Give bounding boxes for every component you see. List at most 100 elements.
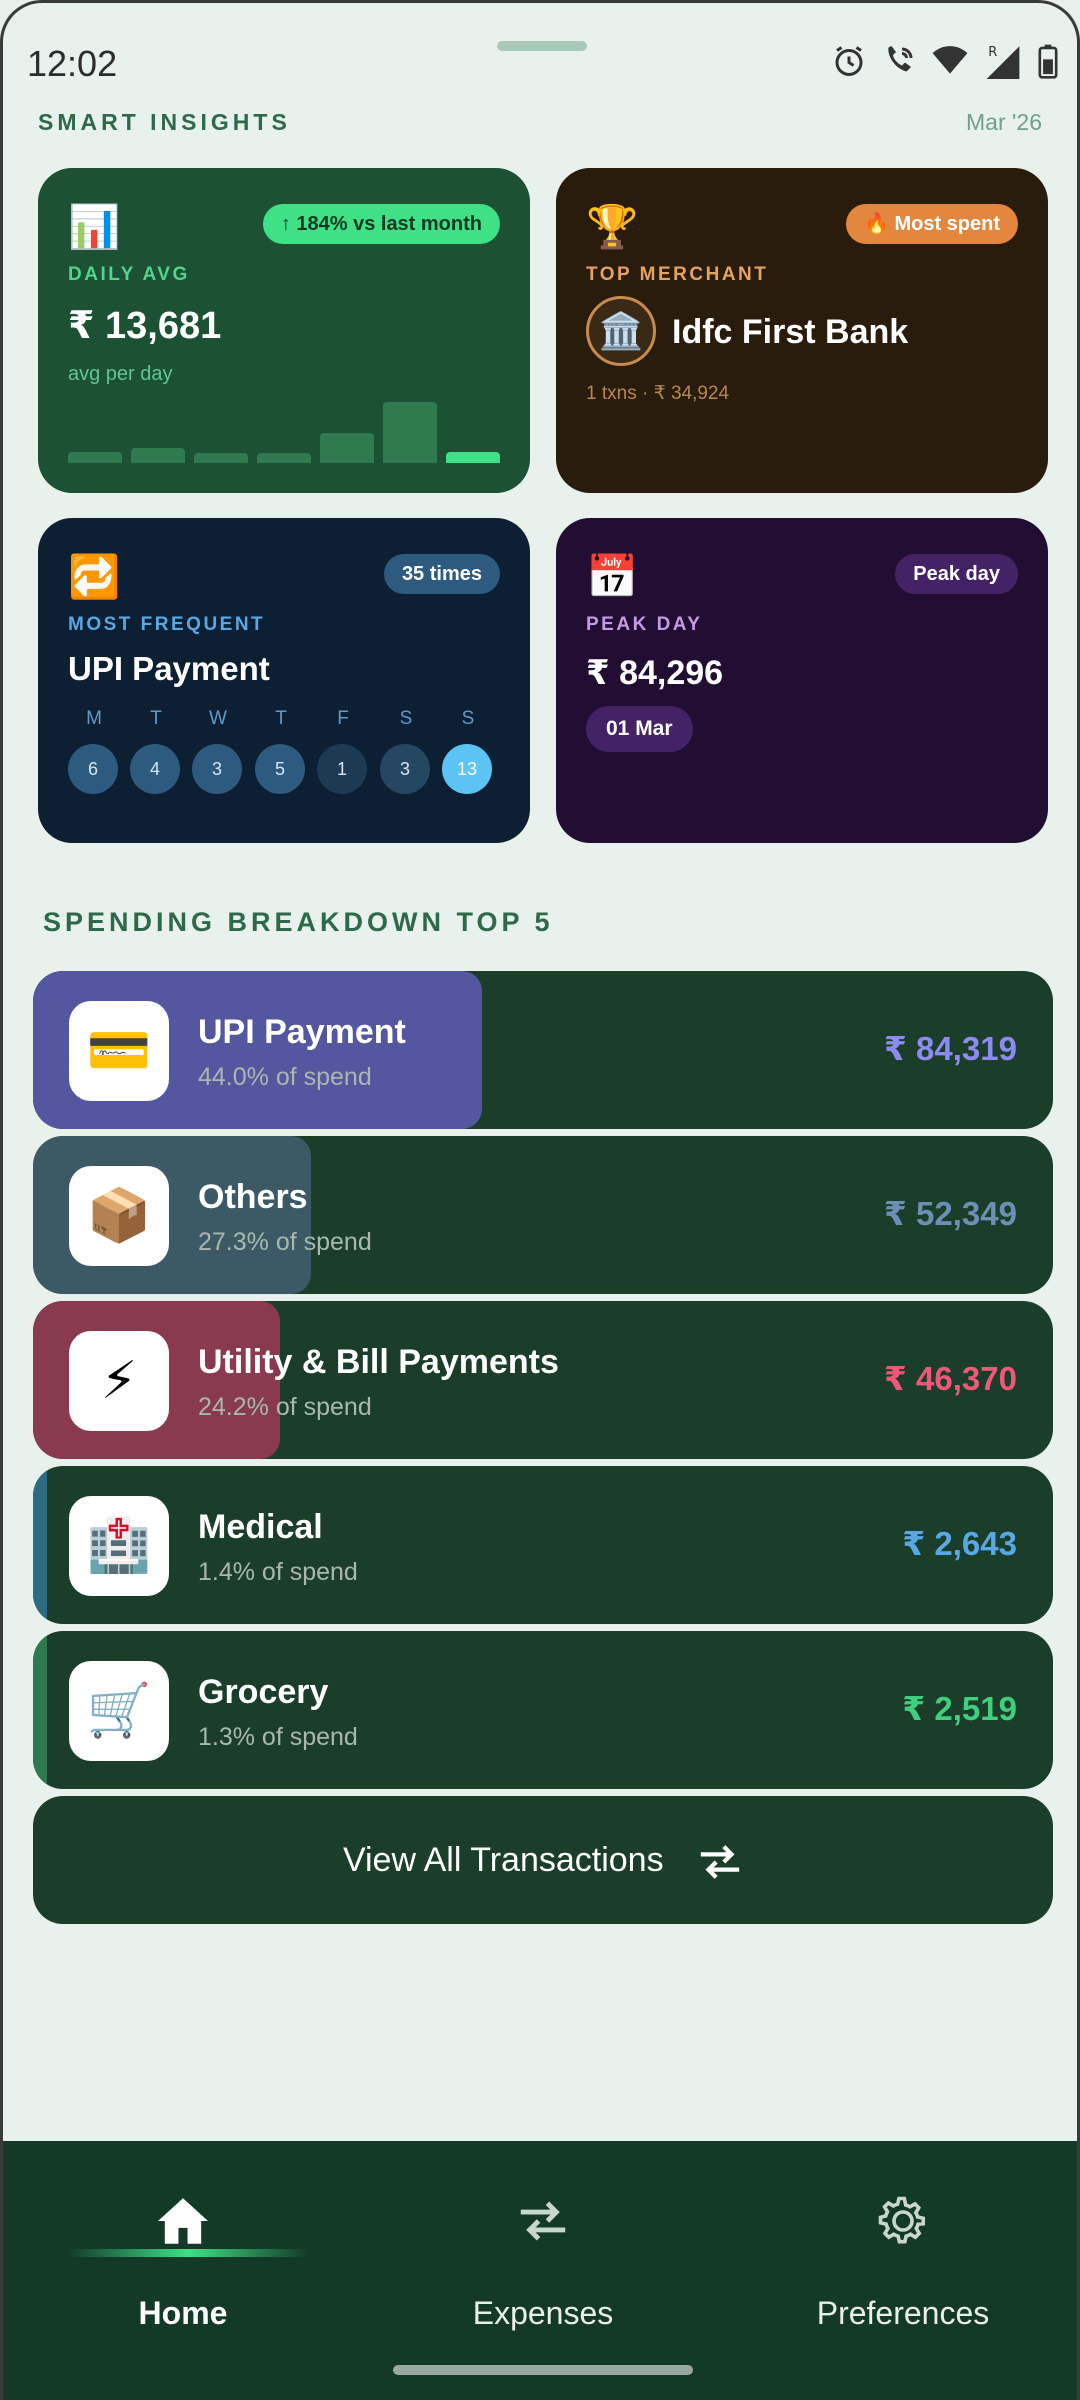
category-amount: ₹ 84,319 [883,1030,1017,1067]
weekday: W3 [192,708,244,794]
most-frequent-card[interactable]: 🔁 35 times MOST FREQUENT UPI Payment M6 … [38,518,530,843]
insights-month[interactable]: Mar '26 [966,109,1042,136]
category-amount: ₹ 2,643 [902,1525,1017,1562]
most-spent-badge: 🔥 Most spent [845,204,1018,244]
home-icon [158,2198,208,2244]
category-share: 44.0% of spend [198,1063,372,1091]
view-all-transactions-button[interactable]: View All Transactions [33,1796,1053,1924]
swap-arrows-icon [520,2201,566,2241]
gear-icon [878,2196,926,2244]
daily-avg-value: ₹ 13,681 [68,305,222,347]
bottom-navigation: Home Expenses Preferences [3,2141,1077,2400]
status-bar: 12:02 R [3,3,1077,113]
category-share: 1.4% of spend [198,1558,358,1586]
weekday-count: 5 [255,744,305,794]
category-row-medical[interactable]: 🏥 Medical 1.4% of spend ₹ 2,643 [33,1466,1053,1624]
status-time: 12:02 [27,43,118,84]
credit-card-icon: 💳 [69,1001,169,1101]
daily-avg-label: DAILY AVG [68,264,190,285]
daily-bar [68,452,122,463]
wifi-calling-icon [888,46,913,72]
bank-icon: 🏛️ [586,296,656,366]
repeat-icon: 🔁 [68,553,121,600]
peak-day-value: ₹ 84,296 [586,654,724,692]
nav-preferences-label: Preferences [816,2295,990,2331]
category-name: Others [198,1178,308,1216]
peak-day-date: 01 Mar [586,706,693,752]
weekday-count: 13 [442,744,492,794]
wifi-icon [932,46,968,74]
category-name: UPI Payment [198,1013,406,1051]
category-row-grocery[interactable]: 🛒 Grocery 1.3% of spend ₹ 2,519 [33,1631,1053,1789]
weekday-label: S [461,708,475,729]
weekday-count: 4 [130,744,180,794]
weekday-label: T [275,708,287,729]
category-share: 24.2% of spend [198,1393,372,1421]
category-name: Medical [198,1508,323,1546]
daily-bar [257,453,311,463]
weekday-count: 3 [192,744,242,794]
sheet-handle [497,41,587,51]
most-frequent-value: UPI Payment [68,650,270,687]
nav-preferences[interactable]: Preferences [753,2181,1053,2332]
nav-home-label: Home [138,2295,228,2331]
weekday-label: W [209,708,227,729]
weekday-label: F [337,708,349,729]
category-row-upi[interactable]: 💳 UPI Payment 44.0% of spend ₹ 84,319 [33,971,1053,1129]
active-tab-indicator [68,2249,308,2257]
home-indicator [393,2365,693,2375]
merchant-sub: 1 txns · ₹ 34,924 [586,383,730,404]
weekday-label: M [86,708,102,729]
insights-title: SMART INSIGHTS [38,109,291,135]
app-screen: 12:02 R SMART INSIGHTS Mar '26 📊 ↑ 184% … [0,0,1080,2400]
breakdown-title: SPENDING BREAKDOWN TOP 5 [43,907,554,937]
weekday: F1 [317,708,369,794]
swap-arrows-icon [700,1845,740,1879]
category-amount: ₹ 52,349 [883,1195,1017,1232]
daily-avg-card[interactable]: 📊 ↑ 184% vs last month DAILY AVG ₹ 13,68… [38,168,530,493]
daily-bar [131,448,185,463]
top-merchant-label: TOP MERCHANT [586,264,769,285]
weekday-count: 3 [380,744,430,794]
weekday: T4 [130,708,182,794]
cart-icon: 🛒 [69,1661,169,1761]
growth-badge: ↑ 184% vs last month [262,204,500,244]
weekday-count: 6 [68,744,118,794]
lightning-icon: ⚡ [69,1331,169,1431]
share-fill [33,1466,47,1624]
peak-day-card[interactable]: 📅 Peak day PEAK DAY ₹ 84,296 01 Mar [556,518,1048,843]
weekday: T5 [255,708,307,794]
weekday: M6 [68,708,120,794]
category-name: Grocery [198,1673,329,1711]
category-share: 27.3% of spend [198,1228,372,1256]
category-share: 1.3% of spend [198,1723,358,1751]
category-amount: ₹ 2,519 [902,1690,1017,1727]
signal-icon: R [986,45,1020,79]
merchant-name: Idfc First Bank [672,313,909,351]
package-icon: 📦 [69,1166,169,1266]
nav-expenses[interactable]: Expenses [393,2181,693,2332]
calendar-icon: 📅 [586,553,639,600]
share-fill [33,1631,47,1789]
daily-bar [320,433,374,463]
category-row-utility[interactable]: ⚡ Utility & Bill Payments 24.2% of spend… [33,1301,1053,1459]
daily-bars [68,373,500,463]
category-amount: ₹ 46,370 [883,1360,1017,1397]
weekday-label: T [150,708,162,729]
weekday: S 13 [442,708,494,794]
weekday: S3 [380,708,432,794]
daily-bar [446,452,500,463]
status-icons: R [831,43,1059,79]
trophy-icon: 🏆 [586,203,639,250]
category-row-others[interactable]: 📦 Others 27.3% of spend ₹ 52,349 [33,1136,1053,1294]
top-merchant-card[interactable]: 🏆 🔥 Most spent TOP MERCHANT 🏛️ Idfc Firs… [556,168,1048,493]
weekday-count: 1 [317,744,367,794]
view-all-label: View All Transactions [342,1841,664,1879]
frequency-badge: 35 times [383,554,500,594]
alarm-icon [835,46,863,76]
daily-bar [383,402,437,463]
peak-day-badge: Peak day [895,554,1018,594]
nav-expenses-label: Expenses [472,2295,614,2331]
chart-icon: 📊 [68,203,121,250]
weekday-label: S [399,708,413,729]
